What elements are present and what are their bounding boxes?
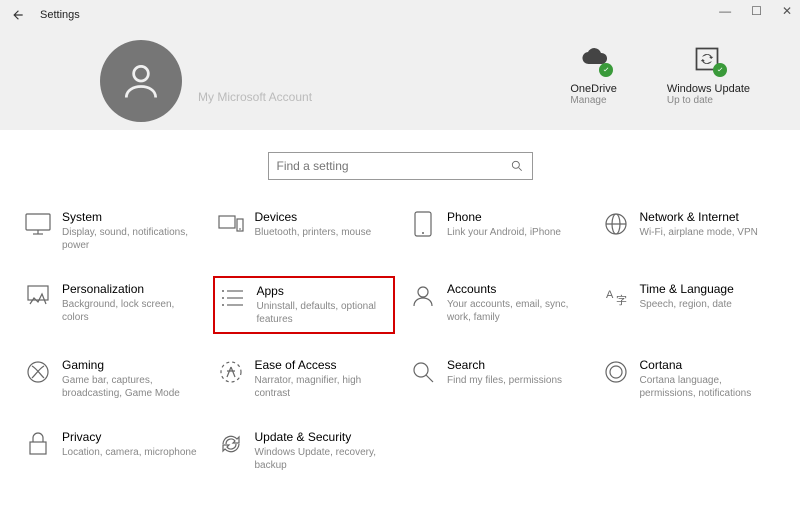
- tile-sub: Speech, region, date: [640, 298, 777, 311]
- accessibility-icon: [217, 358, 245, 386]
- tile-update-security[interactable]: Update & Security Windows Update, recover…: [213, 424, 396, 478]
- tile-title: Time & Language: [640, 282, 777, 296]
- tile-title: System: [62, 210, 199, 224]
- tile-time-language[interactable]: A字 Time & Language Speech, region, date: [598, 276, 781, 334]
- tile-title: Search: [447, 358, 584, 372]
- status-title: Windows Update: [667, 83, 750, 95]
- xbox-icon: [24, 358, 52, 386]
- windows-update-status[interactable]: Windows Update Up to date: [667, 45, 750, 106]
- window-title: Settings: [40, 9, 80, 21]
- tile-title: Devices: [255, 210, 392, 224]
- tile-apps[interactable]: Apps Uninstall, defaults, optional featur…: [213, 276, 396, 334]
- status-sub: Manage: [570, 95, 616, 106]
- back-button[interactable]: [6, 3, 30, 27]
- tile-gaming[interactable]: Gaming Game bar, captures, broadcasting, …: [20, 352, 203, 406]
- header: Settings — ☐ ✕ My Microsoft Account OneD…: [0, 0, 800, 130]
- tile-sub: Background, lock screen, colors: [62, 298, 199, 324]
- status-sub: Up to date: [667, 95, 750, 106]
- tile-title: Apps: [257, 284, 390, 298]
- minimize-button[interactable]: —: [719, 4, 731, 18]
- tile-phone[interactable]: Phone Link your Android, iPhone: [405, 204, 588, 258]
- tile-title: Gaming: [62, 358, 199, 372]
- tile-title: Accounts: [447, 282, 584, 296]
- check-badge-icon: [599, 63, 613, 77]
- paint-icon: [24, 282, 52, 310]
- display-icon: [24, 210, 52, 238]
- tile-accounts[interactable]: Accounts Your accounts, email, sync, work…: [405, 276, 588, 334]
- tile-sub: Bluetooth, printers, mouse: [255, 226, 392, 239]
- tile-cortana[interactable]: Cortana Cortana language, permissions, no…: [598, 352, 781, 406]
- person-icon: [119, 59, 163, 103]
- refresh-icon: [217, 430, 245, 458]
- tile-sub: Uninstall, defaults, optional features: [257, 300, 390, 326]
- tile-ease-of-access[interactable]: Ease of Access Narrator, magnifier, high …: [213, 352, 396, 406]
- check-badge-icon: [713, 63, 727, 77]
- list-icon: [219, 284, 247, 312]
- tile-system[interactable]: System Display, sound, notifications, pow…: [20, 204, 203, 258]
- onedrive-status[interactable]: OneDrive Manage: [570, 45, 616, 106]
- tile-title: Ease of Access: [255, 358, 392, 372]
- language-icon: A字: [602, 282, 630, 310]
- tile-sub: Wi-Fi, airplane mode, VPN: [640, 226, 777, 239]
- status-items: OneDrive Manage Windows Update Up to dat…: [570, 45, 750, 106]
- tile-devices[interactable]: Devices Bluetooth, printers, mouse: [213, 204, 396, 258]
- devices-icon: [217, 210, 245, 238]
- tile-title: Phone: [447, 210, 584, 224]
- tile-personalization[interactable]: Personalization Background, lock screen, …: [20, 276, 203, 334]
- cortana-icon: [602, 358, 630, 386]
- lock-icon: [24, 430, 52, 458]
- tile-sub: Your accounts, email, sync, work, family: [447, 298, 584, 324]
- search-wrap: [0, 130, 800, 194]
- close-button[interactable]: ✕: [782, 4, 792, 18]
- search-input[interactable]: [277, 159, 510, 173]
- tile-sub: Game bar, captures, broadcasting, Game M…: [62, 374, 199, 400]
- svg-text:字: 字: [616, 293, 627, 307]
- person-icon: [409, 282, 437, 310]
- tile-sub: Display, sound, notifications, power: [62, 226, 199, 252]
- account-label: My Microsoft Account: [198, 90, 312, 104]
- tile-sub: Cortana language, permissions, notificat…: [640, 374, 777, 400]
- tile-sub: Link your Android, iPhone: [447, 226, 584, 239]
- tile-privacy[interactable]: Privacy Location, camera, microphone: [20, 424, 203, 478]
- settings-grid: System Display, sound, notifications, pow…: [0, 194, 800, 488]
- tile-network[interactable]: Network & Internet Wi-Fi, airplane mode, …: [598, 204, 781, 258]
- tile-sub: Find my files, permissions: [447, 374, 584, 387]
- maximize-button[interactable]: ☐: [751, 4, 762, 18]
- tile-title: Network & Internet: [640, 210, 777, 224]
- tile-sub: Narrator, magnifier, high contrast: [255, 374, 392, 400]
- tile-title: Personalization: [62, 282, 199, 296]
- status-title: OneDrive: [570, 83, 616, 95]
- svg-text:A: A: [606, 289, 614, 301]
- arrow-left-icon: [11, 8, 25, 22]
- search-box[interactable]: [268, 152, 533, 180]
- titlebar: Settings: [0, 0, 800, 30]
- avatar[interactable]: [100, 40, 182, 122]
- profile-area: My Microsoft Account: [100, 40, 312, 122]
- tile-title: Update & Security: [255, 430, 392, 444]
- search-icon: [510, 159, 524, 173]
- search-icon: [409, 358, 437, 386]
- globe-icon: [602, 210, 630, 238]
- tile-sub: Windows Update, recovery, backup: [255, 446, 392, 472]
- tile-title: Cortana: [640, 358, 777, 372]
- tile-title: Privacy: [62, 430, 199, 444]
- tile-search[interactable]: Search Find my files, permissions: [405, 352, 588, 406]
- window-controls: — ☐ ✕: [719, 4, 792, 18]
- tile-sub: Location, camera, microphone: [62, 446, 199, 459]
- phone-icon: [409, 210, 437, 238]
